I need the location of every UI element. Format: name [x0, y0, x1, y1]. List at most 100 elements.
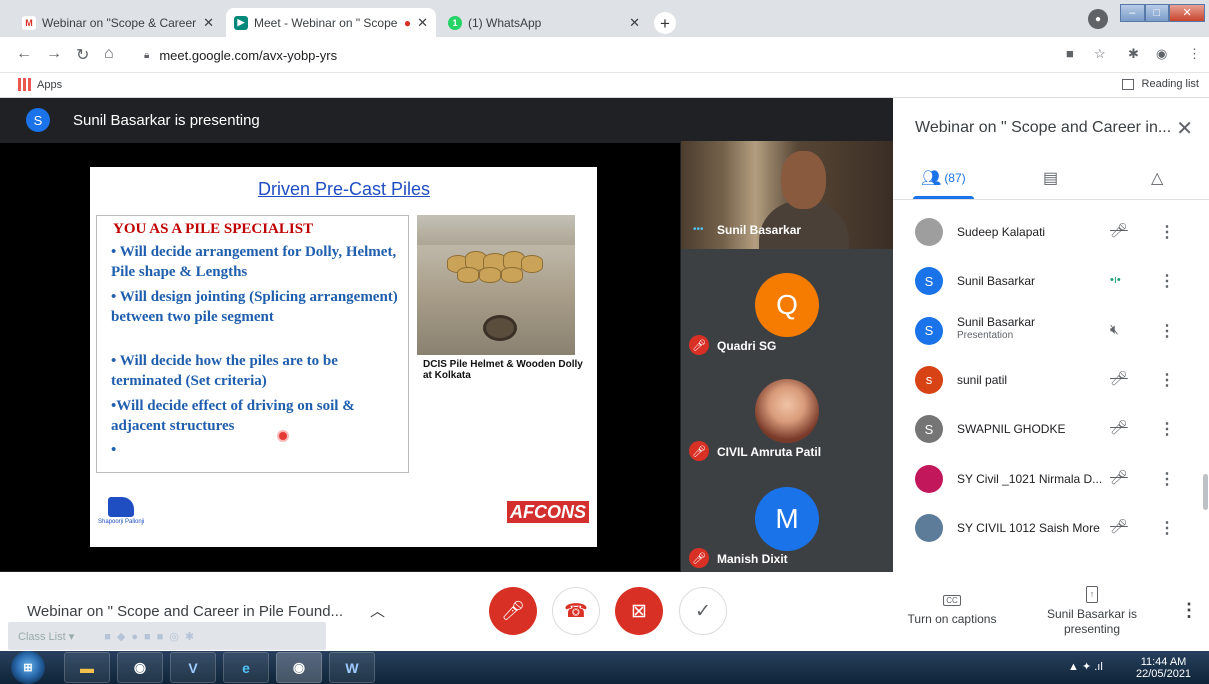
mic-off-icon[interactable]: 🎤︎ — [1110, 222, 1128, 239]
mic-off-icon[interactable]: 🎤︎ — [1110, 370, 1128, 387]
home-icon[interactable]: ⌂ — [104, 45, 114, 63]
whatsapp-icon: 1 — [448, 15, 462, 30]
explorer-icon[interactable]: ▬ — [64, 652, 110, 683]
class-list-toolbar[interactable]: Class List ▾ ■◆●■■◎✱ — [8, 622, 326, 650]
participant-name: Sunil Basarkar — [717, 223, 802, 237]
participant-row[interactable]: Sudeep Kalapati 🎤︎ ⋮ — [893, 214, 1209, 254]
edge-icon[interactable]: e — [223, 652, 269, 683]
visio-icon[interactable]: V — [170, 652, 216, 683]
panel-title: Webinar on " Scope and Career in... — [915, 119, 1172, 136]
pile-helmet-photo — [417, 215, 575, 355]
slide-bullet: • Will design jointing (Splicing arrange… — [111, 289, 398, 325]
presentation-slide: Driven Pre-Cast Piles YOU AS A PILE SPEC… — [90, 167, 597, 547]
word-icon[interactable]: W — [329, 652, 375, 683]
activities-icon[interactable]: △ — [1151, 168, 1163, 188]
participant-tile[interactable]: Q 🎤︎ Quadri SG — [681, 249, 893, 359]
more-options-icon[interactable]: ⋮ — [1159, 518, 1175, 538]
reading-list-button[interactable]: Reading list — [1121, 78, 1199, 90]
captions-button[interactable]: CC Turn on captions — [904, 592, 1000, 626]
mic-off-icon[interactable]: 🎤︎ — [1110, 518, 1128, 535]
apps-shortcut[interactable]: Apps — [18, 78, 62, 91]
tab-meet[interactable]: ▶ Meet - Webinar on " Scope a ● ✕ — [226, 8, 436, 37]
close-tab-icon[interactable]: ✕ — [203, 15, 214, 31]
more-options-icon[interactable]: ⋮ — [1159, 419, 1175, 439]
participant-avatar — [915, 464, 943, 493]
presenting-banner: S Sunil Basarkar is presenting — [26, 108, 260, 132]
more-options-icon[interactable]: ⋮ — [1180, 600, 1198, 621]
extensions-icon[interactable]: ✱ — [1128, 46, 1139, 62]
more-options-icon[interactable]: ⋮ — [1159, 222, 1175, 242]
minimize-icon[interactable]: – — [1120, 4, 1145, 22]
meeting-details[interactable]: Webinar on " Scope and Career in Pile Fo… — [27, 603, 343, 620]
camera-toggle-button[interactable]: ⊠ — [615, 587, 663, 635]
close-panel-icon[interactable]: ✕ — [1176, 116, 1193, 141]
participant-tile[interactable]: 🎤︎ CIVIL Amruta Patil — [681, 359, 893, 465]
speaking-indicator-icon[interactable]: •ı• — [1110, 274, 1121, 286]
raise-hand-button[interactable]: ✓ — [679, 587, 727, 635]
slide-bullet: • — [111, 442, 117, 458]
avatar-icon[interactable]: ◉ — [1156, 46, 1167, 62]
tray-icons[interactable]: ▲ ✦ .ıl — [1068, 660, 1103, 673]
address-bar[interactable]: 🔒︎ meet.google.com/avx-yobp-yrs — [132, 42, 1142, 69]
participant-row[interactable]: SY Civil _1021 Nirmala D... 🎤︎ ⋮ — [893, 461, 1209, 501]
tab-people[interactable]: 👥︎ (87) — [913, 168, 974, 199]
close-tab-icon[interactable]: ✕ — [629, 15, 640, 31]
reading-list-label: Reading list — [1141, 78, 1199, 90]
clock[interactable]: 11:44 AM 22/05/2021 — [1136, 656, 1191, 680]
tab-title: (1) WhatsApp — [468, 15, 542, 30]
slide-bullet: • Will decide how the piles are to be te… — [111, 353, 338, 389]
participant-avatar: Q — [755, 273, 819, 337]
captions-icon: CC — [943, 595, 961, 606]
afcons-logo: AFCONS — [507, 501, 589, 523]
browser-tab-bar: M Webinar on "Scope & Career in P ✕ ▶ Me… — [0, 0, 1209, 37]
end-call-button[interactable]: ☎︎ — [552, 587, 600, 635]
more-options-icon[interactable]: ⋮ — [1159, 321, 1175, 341]
new-tab-button[interactable]: + — [654, 12, 676, 34]
more-options-icon[interactable]: ⋮ — [1159, 370, 1175, 390]
chevron-up-icon[interactable]: ︿ — [370, 600, 385, 621]
chrome-active-icon[interactable]: ◉ — [276, 652, 322, 683]
panel-scrollbar[interactable] — [1203, 474, 1208, 510]
more-options-icon[interactable]: ⋮ — [1159, 469, 1175, 489]
start-button[interactable]: ⊞ — [11, 651, 45, 684]
chat-icon[interactable]: ▤ — [1043, 168, 1058, 188]
participant-avatar: s — [915, 365, 943, 394]
participant-row[interactable]: SY CIVIL 1012 Saish More 🎤︎ ⋮ — [893, 510, 1209, 550]
mic-off-icon[interactable]: 🎤︎ — [1110, 419, 1128, 436]
forward-icon[interactable]: → — [46, 45, 62, 63]
camera-icon[interactable]: ■ — [1066, 46, 1074, 61]
participant-avatar — [915, 218, 943, 246]
close-window-icon[interactable]: ✕ — [1169, 4, 1206, 22]
menu-icon[interactable]: ⋮ — [1188, 46, 1201, 62]
maximize-icon[interactable]: □ — [1144, 4, 1170, 22]
participant-tile[interactable]: ••• Sunil Basarkar — [681, 141, 893, 249]
chrome-icon[interactable]: ◉ — [117, 652, 163, 683]
profile-icon[interactable]: ● — [1088, 9, 1108, 29]
gmail-icon: M — [22, 15, 36, 30]
participant-tile[interactable]: M 🎤︎ Manish Dixit — [681, 465, 893, 572]
browser-toolbar: ← → ↻ ⌂ 🔒︎ meet.google.com/avx-yobp-yrs … — [0, 37, 1209, 73]
recording-icon: ● — [403, 15, 412, 30]
apps-label: Apps — [37, 78, 63, 91]
tab-whatsapp[interactable]: 1 (1) WhatsApp ✕ — [440, 8, 648, 37]
apps-grid-icon — [18, 78, 31, 91]
participant-row[interactable]: S SWAPNIL GHODKE 🎤︎ ⋮ — [893, 411, 1209, 451]
star-icon[interactable]: ☆ — [1094, 46, 1106, 62]
participant-row[interactable]: s sunil patil 🎤︎ ⋮ — [893, 362, 1209, 402]
people-panel: Webinar on " Scope and Career in... ✕ 👥︎… — [893, 98, 1209, 572]
more-options-icon[interactable]: ⋮ — [1159, 271, 1175, 291]
reload-icon[interactable]: ↻ — [76, 45, 89, 65]
mic-off-icon: 🎤︎ — [689, 335, 709, 355]
audio-off-icon[interactable]: 🔇︎ — [1110, 321, 1119, 338]
bookmarks-bar: Apps Reading list — [0, 73, 1209, 98]
mic-off-icon[interactable]: 🎤︎ — [1110, 469, 1128, 486]
mic-toggle-button[interactable]: 🎤︎ — [489, 587, 537, 635]
participant-row[interactable]: S Sunil Basarkar Presentation 🔇︎ ⋮ — [893, 313, 1209, 353]
back-icon[interactable]: ← — [16, 45, 32, 63]
tab-gmail[interactable]: M Webinar on "Scope & Career in P ✕ — [14, 8, 222, 37]
shapoorji-logo: Shapoorji Pallonji — [98, 497, 168, 529]
close-tab-icon[interactable]: ✕ — [417, 15, 428, 31]
participant-row[interactable]: S Sunil Basarkar •ı• ⋮ — [893, 263, 1209, 303]
present-label: Sunil Basarkar is presenting — [1046, 607, 1138, 636]
present-button[interactable]: ↑ Sunil Basarkar is presenting — [1046, 586, 1138, 637]
